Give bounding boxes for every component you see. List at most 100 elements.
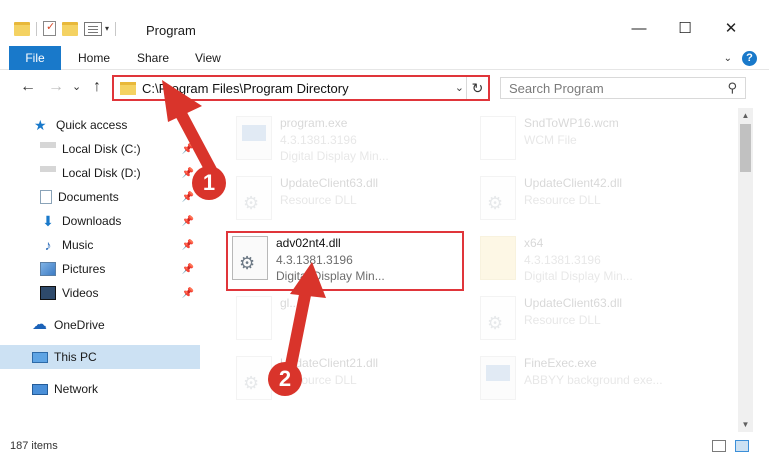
toolbar-divider [36, 21, 37, 36]
close-button[interactable]: ✕ [716, 20, 746, 40]
scroll-down-arrow-icon[interactable]: ▼ [738, 417, 753, 432]
gear-icon: ⚙ [243, 193, 260, 213]
status-bar: 187 items [0, 435, 769, 466]
pin-icon[interactable]: 📌 [182, 216, 194, 227]
cloud-icon: ☁ [32, 316, 47, 333]
file-icon [236, 296, 272, 340]
pin-icon[interactable]: 📌 [182, 192, 194, 203]
callout-badge-1: 1 [192, 166, 226, 200]
new-folder-icon[interactable] [62, 21, 78, 36]
file-type: Resource DLL [524, 193, 601, 207]
star-icon: ★ [34, 117, 47, 133]
vertical-scrollbar[interactable]: ▲ ▼ [738, 108, 753, 432]
sidebar-item-music[interactable]: ♪ Music 📌 [0, 233, 200, 257]
pictures-icon [40, 262, 56, 276]
sidebar-item-local-disk-d[interactable]: Local Disk (D:) 📌 [0, 161, 200, 185]
expand-ribbon-chevron-icon[interactable]: ⌄ [724, 53, 732, 64]
pin-icon[interactable]: 📌 [182, 240, 194, 251]
properties-icon[interactable] [84, 21, 102, 36]
file-name: UpdateClient63.dll [280, 176, 379, 190]
file-item[interactable]: gl... [232, 290, 472, 346]
up-arrow-icon[interactable]: ↑ [93, 78, 101, 96]
file-name: FineExec.exe [524, 356, 597, 370]
sidebar-item-downloads[interactable]: ⬇ Downloads 📌 [0, 209, 200, 233]
maximize-button[interactable]: ☐ [670, 20, 700, 40]
scroll-thumb[interactable] [740, 124, 751, 172]
properties-check-icon[interactable] [43, 20, 56, 36]
network-icon [32, 383, 48, 395]
folder-icon [120, 82, 136, 95]
sidebar-item-network[interactable]: Network [0, 377, 200, 401]
pin-icon[interactable]: 📌 [182, 288, 194, 299]
address-history-chevron-icon[interactable]: ⌄ [455, 81, 464, 94]
sidebar-item-label: Documents [58, 190, 119, 204]
forward-arrow-icon[interactable]: → [48, 78, 64, 96]
navigation-bar: ← → ⌄ ↑ C:\Program Files\Program Directo… [0, 72, 769, 104]
dll-file-icon: ⚙ [236, 356, 272, 400]
sidebar-item-onedrive[interactable]: ☁ OneDrive [0, 313, 200, 337]
file-item[interactable]: FineExec.exe ABBYY background exe... [476, 350, 716, 406]
minimize-button[interactable]: — [624, 20, 654, 40]
tab-view[interactable]: View [195, 46, 221, 70]
drive-icon [40, 166, 56, 180]
pin-icon[interactable]: 📌 [182, 264, 194, 275]
sidebar-item-label: Local Disk (D:) [62, 166, 141, 180]
refresh-icon[interactable]: ↻ [466, 77, 488, 99]
address-bar[interactable]: C:\Program Files\Program Directory ⌄ ↻ [112, 75, 490, 101]
pin-icon[interactable]: 📌 [182, 144, 194, 155]
recent-locations-chevron-icon[interactable]: ⌄ [72, 80, 81, 93]
computer-icon [32, 351, 48, 363]
sidebar-item-label: Downloads [62, 214, 122, 228]
sidebar-item-quick-access[interactable]: ★ Quick access [0, 113, 200, 137]
exe-file-icon [236, 116, 272, 160]
tab-share[interactable]: Share [137, 46, 169, 70]
customize-toolbar-chevron-down-icon[interactable]: ▾ [105, 24, 109, 33]
address-path[interactable]: C:\Program Files\Program Directory [142, 81, 349, 96]
sidebar-item-label: Music [62, 238, 94, 252]
sidebar-item-documents[interactable]: Documents 📌 [0, 185, 200, 209]
file-item[interactable]: SndToWP16.wcm WCM File [476, 110, 716, 166]
gear-icon: ⚙ [487, 313, 504, 333]
tab-home[interactable]: Home [78, 46, 110, 70]
gear-icon: ⚙ [487, 193, 504, 213]
back-arrow-icon[interactable]: ← [20, 78, 36, 96]
drive-icon [40, 142, 56, 156]
scroll-up-arrow-icon[interactable]: ▲ [738, 108, 753, 123]
callout-badge-2: 2 [268, 362, 302, 396]
item-count: 187 items [10, 440, 58, 452]
file-type: Resource DLL [280, 193, 357, 207]
file-description: Digital Display Min... [524, 269, 633, 283]
documents-icon [40, 190, 52, 204]
sidebar-item-label: Videos [62, 286, 99, 300]
file-icon [480, 116, 516, 160]
ribbon-controls: ⌄ ? [724, 51, 757, 66]
file-item[interactable]: program.exe 4.3.1381.3196 Digital Displa… [232, 110, 472, 166]
tab-file[interactable]: File [9, 46, 61, 70]
file-name: program.exe [280, 116, 348, 130]
folder-icon[interactable] [14, 21, 30, 36]
sidebar-item-label: Local Disk (C:) [62, 142, 141, 156]
file-item[interactable]: ⚙ UpdateClient63.dll Resource DLL [232, 170, 472, 226]
sidebar-item-label: Pictures [62, 262, 106, 276]
sidebar-item-pictures[interactable]: Pictures 📌 [0, 257, 200, 281]
file-description: Digital Display Min... [280, 149, 389, 163]
file-name: x64 [524, 236, 544, 250]
sidebar-item-this-pc[interactable]: This PC [0, 345, 200, 369]
search-input[interactable] [501, 78, 711, 98]
ribbon-tabs: File Home Share View ⌄ ? [0, 46, 769, 70]
sidebar-item-videos[interactable]: Videos 📌 [0, 281, 200, 305]
sidebar-item-local-disk-c[interactable]: Local Disk (C:) 📌 [0, 137, 200, 161]
search-icon[interactable]: ⚲ [727, 80, 737, 96]
file-description: ABBYY background exe... [524, 373, 663, 387]
file-item[interactable]: ⚙ UpdateClient42.dll Resource DLL [476, 170, 716, 226]
details-view-icon[interactable] [712, 440, 726, 452]
music-icon: ♪ [44, 237, 52, 253]
large-icons-view-icon[interactable] [735, 440, 749, 452]
file-item[interactable]: ⚙ UpdateClient63.dll Resource DLL [476, 290, 716, 346]
file-item[interactable]: x64 4.3.1381.3196 Digital Display Min... [476, 230, 716, 286]
dll-file-icon: ⚙ [236, 176, 272, 220]
search-box[interactable]: ⚲ [500, 77, 746, 99]
help-icon[interactable]: ? [742, 51, 757, 66]
toolbar-divider [115, 21, 117, 36]
dll-file-icon: ⚙ [480, 176, 516, 220]
